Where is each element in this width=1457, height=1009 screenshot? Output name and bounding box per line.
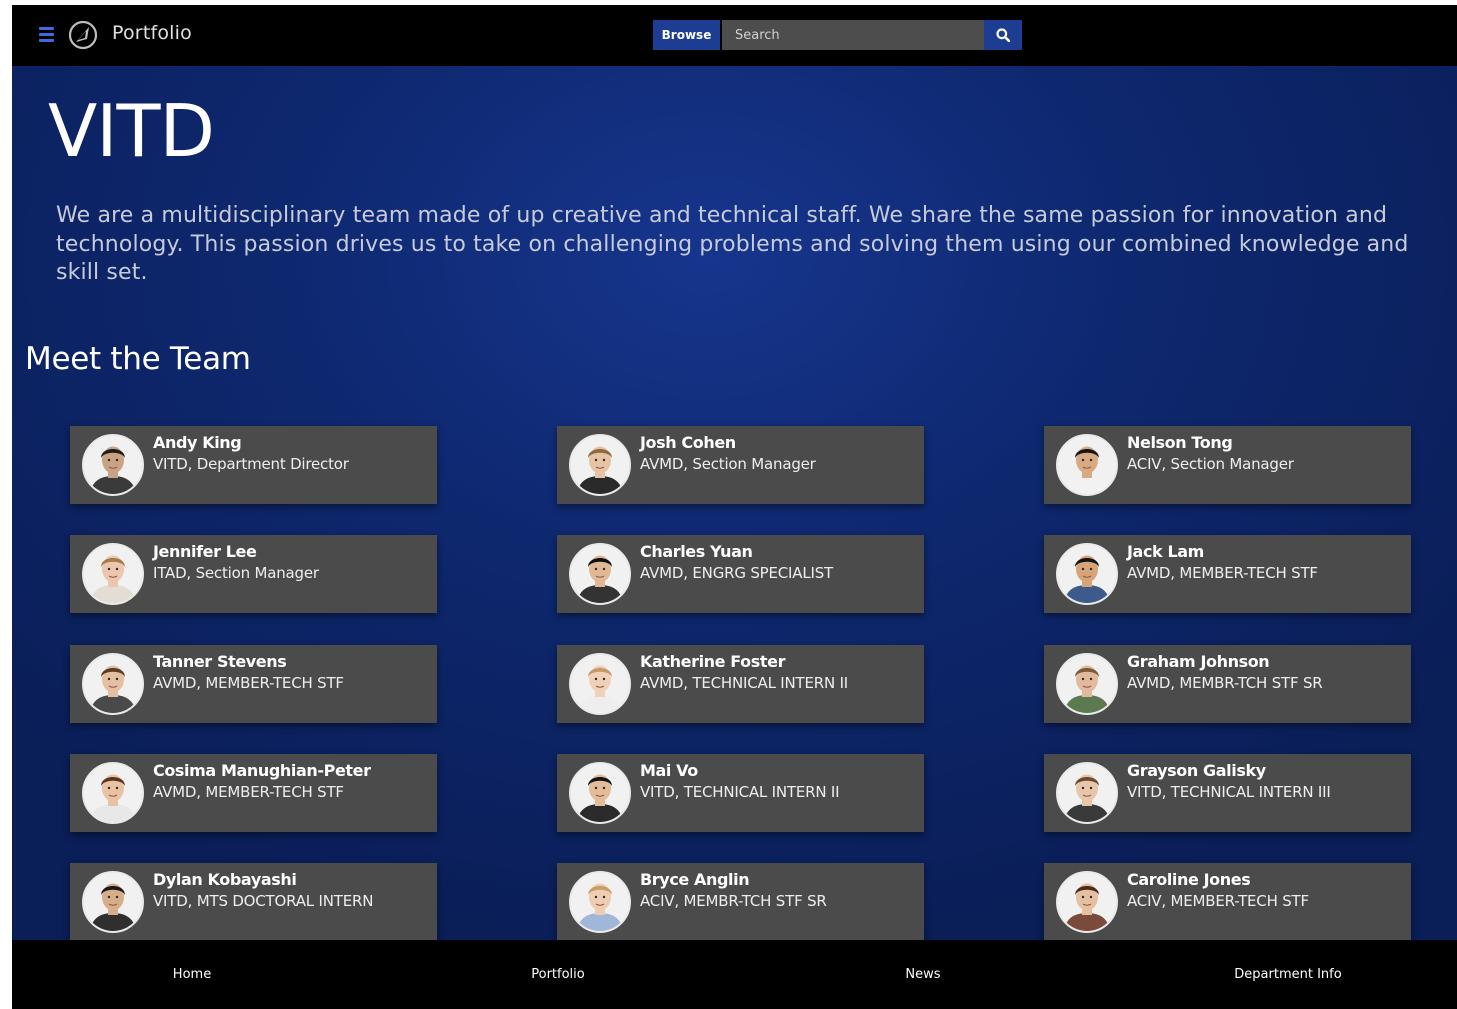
team-member-card[interactable]: Tanner Stevens AVMD, MEMBER-TECH STF	[70, 645, 437, 723]
team-member-card[interactable]: Mai Vo VITD, TECHNICAL INTERN II	[557, 754, 924, 832]
footer-link-news[interactable]: News	[905, 967, 940, 982]
member-role: AVMD, ENGRG SPECIALIST	[640, 564, 833, 582]
avatar	[569, 871, 631, 933]
team-member-card[interactable]: Graham Johnson AVMD, MEMBR-TCH STF SR	[1044, 645, 1411, 723]
member-role: AVMD, MEMBER-TECH STF	[153, 783, 344, 801]
member-name: Jennifer Lee	[153, 542, 257, 561]
team-member-card[interactable]: Cosima Manughian-Peter AVMD, MEMBER-TECH …	[70, 754, 437, 832]
member-name: Graham Johnson	[1127, 652, 1270, 671]
member-role: VITD, Department Director	[153, 455, 349, 473]
search-button[interactable]	[984, 20, 1022, 50]
browse-button[interactable]: Browse	[653, 20, 720, 50]
member-role: ACIV, Section Manager	[1127, 455, 1294, 473]
member-role: VITD, MTS DOCTORAL INTERN	[153, 892, 374, 910]
avatar	[569, 762, 631, 824]
member-role: AVMD, MEMBER-TECH STF	[153, 674, 344, 692]
member-name: Bryce Anglin	[640, 870, 750, 889]
member-name: Tanner Stevens	[153, 652, 287, 671]
team-member-card[interactable]: Caroline Jones ACIV, MEMBER-TECH STF	[1044, 863, 1411, 941]
member-name: Cosima Manughian-Peter	[153, 761, 371, 780]
team-member-card[interactable]: Andy King VITD, Department Director	[70, 426, 437, 504]
member-role: VITD, TECHNICAL INTERN II	[640, 783, 840, 801]
avatar	[569, 434, 631, 496]
footer-link-portfolio[interactable]: Portfolio	[531, 967, 584, 982]
avatar	[1056, 434, 1118, 496]
avatar	[82, 434, 144, 496]
member-role: ACIV, MEMBER-TECH STF	[1127, 892, 1309, 910]
app-window: Portfolio Browse VITD We are a multidisc…	[12, 5, 1457, 1009]
member-name: Grayson Galisky	[1127, 761, 1266, 780]
page-description: We are a multidisciplinary team made of …	[56, 203, 1409, 285]
avatar	[82, 653, 144, 715]
section-title-team: Meet the Team	[25, 341, 251, 377]
avatar	[82, 762, 144, 824]
member-role: ITAD, Section Manager	[153, 564, 319, 582]
avatar	[1056, 762, 1118, 824]
footer-link-home[interactable]: Home	[173, 967, 211, 982]
avatar	[1056, 543, 1118, 605]
team-member-card[interactable]: Jennifer Lee ITAD, Section Manager	[70, 535, 437, 613]
team-member-card[interactable]: Grayson Galisky VITD, TECHNICAL INTERN II…	[1044, 754, 1411, 832]
team-member-card[interactable]: Jack Lam AVMD, MEMBER-TECH STF	[1044, 535, 1411, 613]
member-name: Jack Lam	[1127, 542, 1204, 561]
member-name: Katherine Foster	[640, 652, 786, 671]
hamburger-menu-icon[interactable]	[39, 27, 54, 43]
member-name: Dylan Kobayashi	[153, 870, 297, 889]
logo-icon[interactable]	[68, 20, 98, 50]
avatar	[1056, 871, 1118, 933]
top-navbar: Portfolio Browse	[12, 5, 1457, 66]
search-icon	[996, 28, 1010, 42]
member-name: Caroline Jones	[1127, 870, 1251, 889]
member-name: Mai Vo	[640, 761, 698, 780]
member-name: Charles Yuan	[640, 542, 753, 561]
footer-nav: Home Portfolio News Department Info	[12, 940, 1457, 1009]
member-name: Andy King	[153, 433, 242, 452]
team-member-card[interactable]: Katherine Foster AVMD, TECHNICAL INTERN I…	[557, 645, 924, 723]
search-input[interactable]	[722, 20, 984, 50]
team-member-card[interactable]: Bryce Anglin ACIV, MEMBR-TCH STF SR	[557, 863, 924, 941]
team-member-card[interactable]: Charles Yuan AVMD, ENGRG SPECIALIST	[557, 535, 924, 613]
avatar	[569, 543, 631, 605]
avatar	[82, 543, 144, 605]
app-title[interactable]: Portfolio	[112, 22, 192, 44]
avatar	[569, 653, 631, 715]
page-title: VITD	[48, 89, 215, 173]
member-role: AVMD, MEMBER-TECH STF	[1127, 564, 1318, 582]
member-role: AVMD, TECHNICAL INTERN II	[640, 674, 849, 692]
footer-link-department-info[interactable]: Department Info	[1234, 967, 1341, 982]
avatar	[1056, 653, 1118, 715]
team-member-card[interactable]: Nelson Tong ACIV, Section Manager	[1044, 426, 1411, 504]
member-name: Nelson Tong	[1127, 433, 1233, 452]
member-name: Josh Cohen	[640, 433, 736, 452]
team-member-card[interactable]: Dylan Kobayashi VITD, MTS DOCTORAL INTERN	[70, 863, 437, 941]
member-role: VITD, TECHNICAL INTERN III	[1127, 783, 1331, 801]
avatar	[82, 871, 144, 933]
member-role: ACIV, MEMBR-TCH STF SR	[640, 892, 827, 910]
member-role: AVMD, MEMBR-TCH STF SR	[1127, 674, 1323, 692]
team-member-card[interactable]: Josh Cohen AVMD, Section Manager	[557, 426, 924, 504]
member-role: AVMD, Section Manager	[640, 455, 816, 473]
